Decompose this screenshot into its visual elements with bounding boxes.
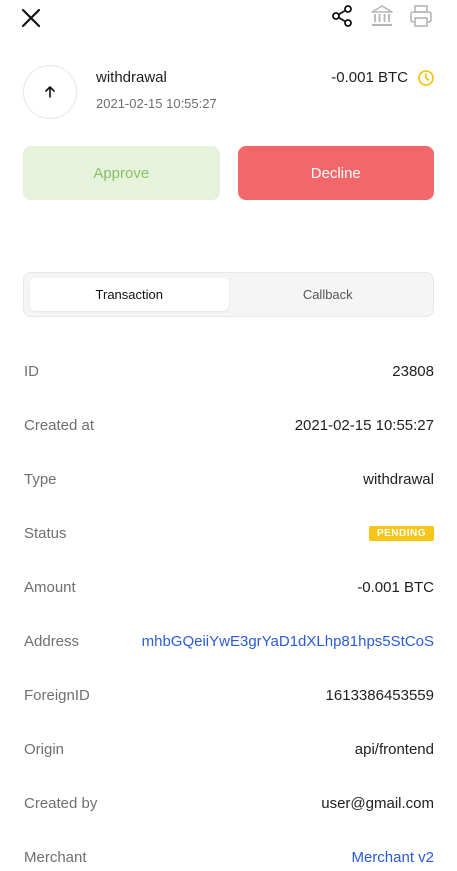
detail-label: Amount [24,578,76,596]
detail-value: 2021-02-15 10:55:27 [294,416,434,434]
tab-callback[interactable]: Callback [229,278,428,311]
close-icon[interactable] [18,5,44,31]
transaction-details: ID 23808 Created at 2021-02-15 10:55:27 … [24,344,434,871]
arrow-up-icon [23,65,77,119]
detail-row-status: Status PENDING [24,506,434,560]
detail-value: withdrawal [363,470,434,488]
detail-row-created-by: Created by user@gmail.com [24,776,434,830]
transaction-summary: withdrawal 2021-02-15 10:55:27 -0.001 BT… [22,64,435,120]
detail-value: api/frontend [354,740,434,758]
detail-label: ID [24,362,39,380]
detail-row-origin: Origin api/frontend [24,722,434,776]
detail-label: Created by [24,794,98,812]
bank-icon[interactable] [368,2,396,30]
decline-button[interactable]: Decline [237,146,434,200]
detail-row-address: Address mhbGQeiiYwE3grYaD1dXLhp81hps5StC… [24,614,434,668]
detail-row-merchant: Merchant Merchant v2 [24,830,434,871]
share-icon[interactable] [329,3,355,29]
action-buttons: Approve Decline [23,146,434,200]
detail-value: 1613386453559 [325,686,434,704]
transaction-amount: -0.001 BTC [331,69,408,86]
detail-label: Type [24,470,57,488]
clock-icon [417,69,435,87]
top-bar [0,0,457,36]
tab-bar: Transaction Callback [23,272,434,317]
detail-label: Address [24,632,80,650]
detail-label: Created at [24,416,95,434]
status-badge: PENDING [368,525,434,541]
approve-button[interactable]: Approve [23,146,220,200]
detail-label: ForeignID [24,686,90,704]
detail-value: -0.001 BTC [357,578,434,596]
detail-row-created-at: Created at 2021-02-15 10:55:27 [24,398,434,452]
tab-transaction[interactable]: Transaction [30,278,229,311]
transaction-type: withdrawal [96,69,167,86]
detail-label: Merchant [24,848,87,866]
detail-row-id: ID 23808 [24,344,434,398]
detail-label: Status [24,524,67,542]
transaction-datetime: 2021-02-15 10:55:27 [96,96,217,111]
detail-value: 23808 [392,362,434,380]
printer-icon[interactable] [407,2,435,30]
detail-value: user@gmail.com [321,794,434,812]
address-link[interactable]: mhbGQeiiYwE3grYaD1dXLhp81hps5StCoS [142,633,434,650]
detail-label: Origin [24,740,65,758]
detail-row-amount: Amount -0.001 BTC [24,560,434,614]
detail-row-type: Type withdrawal [24,452,434,506]
merchant-link[interactable]: Merchant v2 [351,849,434,866]
detail-row-foreign-id: ForeignID 1613386453559 [24,668,434,722]
